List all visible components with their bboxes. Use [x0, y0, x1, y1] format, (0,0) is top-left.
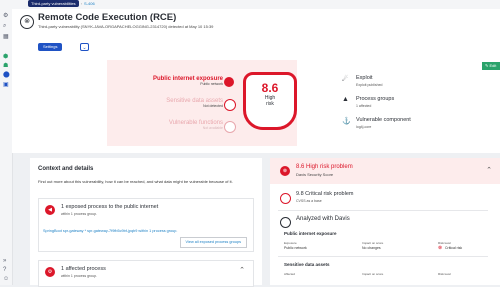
risk-head-title: 8.6 High risk problem: [296, 164, 353, 170]
risk-detail-panel: ⊗ 8.6 High risk problem Davis Security S…: [270, 158, 500, 285]
cvss-icon: [280, 193, 291, 204]
hosts-icon[interactable]: ☗: [3, 62, 8, 69]
process-icon: ⚙: [45, 267, 55, 277]
risk-sub: Not detected: [203, 104, 223, 108]
user-icon[interactable]: ☺: [3, 276, 9, 282]
divider: [278, 256, 488, 257]
security-icon[interactable]: ⬤: [3, 71, 10, 78]
context-description: Find out more about this vulnerability, …: [38, 179, 233, 184]
risk-sub: Not available: [202, 126, 223, 130]
col-impact-2: Impact on score: [362, 272, 384, 276]
exposure-icon: ◀: [45, 205, 55, 215]
edit-button[interactable]: ✎ Edit: [482, 62, 500, 70]
exposed-process-card: ◀ 1 exposed process to the public intern…: [38, 198, 254, 252]
davis-icon: [280, 217, 291, 228]
dashboard-icon[interactable]: ⬢: [3, 53, 8, 60]
risk-score-badge: 8.6 High risk: [243, 72, 297, 130]
view-all-button[interactable]: View all exposed process groups: [179, 237, 247, 248]
data-assets-icon: [224, 99, 236, 111]
risk-row-sensitive: Sensitive data assets Not detected: [166, 98, 223, 108]
factor-title: Process groups: [356, 96, 395, 102]
chevron-up-icon[interactable]: ⌃: [239, 266, 245, 274]
col-risk-2: Risk level: [438, 272, 451, 276]
risk-score: 8.6: [261, 81, 279, 95]
col-impact: Impact on score: [362, 241, 384, 245]
col-affected: Affected: [284, 272, 295, 276]
card-sub: within 1 process group.: [61, 212, 97, 216]
factor-sub: log4j-core: [356, 125, 372, 129]
page-subtitle: Third-party vulnerability (SNYK-JAVA-ORG…: [38, 24, 214, 29]
chevron-up-icon[interactable]: ⌃: [486, 166, 492, 174]
risk-row-public: Public internet exposure Public network: [153, 76, 223, 86]
factor-sub: 1 affected: [356, 104, 372, 108]
breadcrumb: Third-party vulnerabilities › S-406: [28, 0, 95, 7]
factor-sub: Exploit published: [356, 83, 383, 87]
risk-head-sub: Davis Security Score: [296, 172, 334, 177]
critical-risk-icon: ⊗: [438, 245, 443, 251]
affected-process-card[interactable]: ⚙ 1 affected process within 1 process gr…: [38, 260, 254, 287]
search-icon[interactable]: ⌕: [3, 23, 6, 30]
breadcrumb-current[interactable]: S-406: [84, 1, 95, 6]
cvss-title: 9.8 Critical risk problem: [296, 191, 354, 197]
factor-title: Vulnerable component: [356, 117, 411, 123]
davis-title: Analyzed with Davis: [296, 216, 350, 222]
warning-icon: ▲: [342, 96, 349, 103]
functions-icon: [224, 121, 236, 133]
risk-detail-header[interactable]: ⊗ 8.6 High risk problem Davis Security S…: [270, 158, 500, 184]
val-impact: No changes: [362, 246, 381, 250]
risk-summary: Public internet exposure Public network …: [12, 55, 500, 153]
col-exposure: Exposure: [284, 241, 297, 245]
card-sub: within 1 process group.: [61, 274, 97, 278]
expand-icon[interactable]: »: [3, 258, 6, 264]
apps-grid-icon[interactable]: ▦: [3, 33, 9, 40]
breadcrumb-third-party[interactable]: Third-party vulnerabilities: [28, 0, 79, 7]
risk-icon: ⊗: [280, 166, 290, 176]
exploit-icon: ☄: [342, 76, 349, 83]
card-title: 1 affected process: [61, 266, 106, 272]
val-risk: Critical risk: [445, 246, 463, 250]
risk-label-2: risk: [266, 101, 274, 107]
cvss-sub: CVSS as a base: [296, 199, 322, 203]
sensitive-data-title: Sensitive data assets: [284, 262, 330, 267]
chevron-down-icon[interactable]: ⌄: [80, 43, 89, 51]
factor-title: Exploit: [356, 75, 373, 81]
gear-icon[interactable]: ⚙: [3, 12, 8, 19]
process-link[interactable]: SpringBoot spr-gateway * spr-gateway-7f9…: [43, 229, 177, 233]
page-header: ⊗ Remote Code Execution (RCE) Third-part…: [12, 9, 500, 55]
shield-icon: ⊗: [20, 15, 34, 29]
vulnerability-icon[interactable]: ▣: [3, 81, 9, 88]
help-icon[interactable]: ?: [3, 267, 6, 273]
top-bar: Third-party vulnerabilities › S-406: [12, 0, 500, 9]
card-title: 1 exposed process to the public internet: [61, 204, 159, 210]
risk-sub: Public network: [200, 82, 223, 86]
settings-button[interactable]: Settings: [38, 43, 63, 51]
breadcrumb-separator: ›: [80, 1, 83, 6]
component-icon: ⚓: [342, 118, 351, 125]
divider: [278, 210, 488, 211]
val-exposure: Public network: [284, 246, 307, 250]
context-panel: Context and details Find out more about …: [30, 158, 262, 287]
edit-label: Edit: [489, 63, 497, 68]
exposure-icon: [224, 77, 234, 87]
page-title: Remote Code Execution (RCE): [38, 12, 177, 23]
risk-row-functions: Vulnerable functions Not available: [169, 120, 223, 130]
public-exposure-title: Public internet exposure: [284, 231, 337, 236]
context-title: Context and details: [38, 166, 94, 172]
